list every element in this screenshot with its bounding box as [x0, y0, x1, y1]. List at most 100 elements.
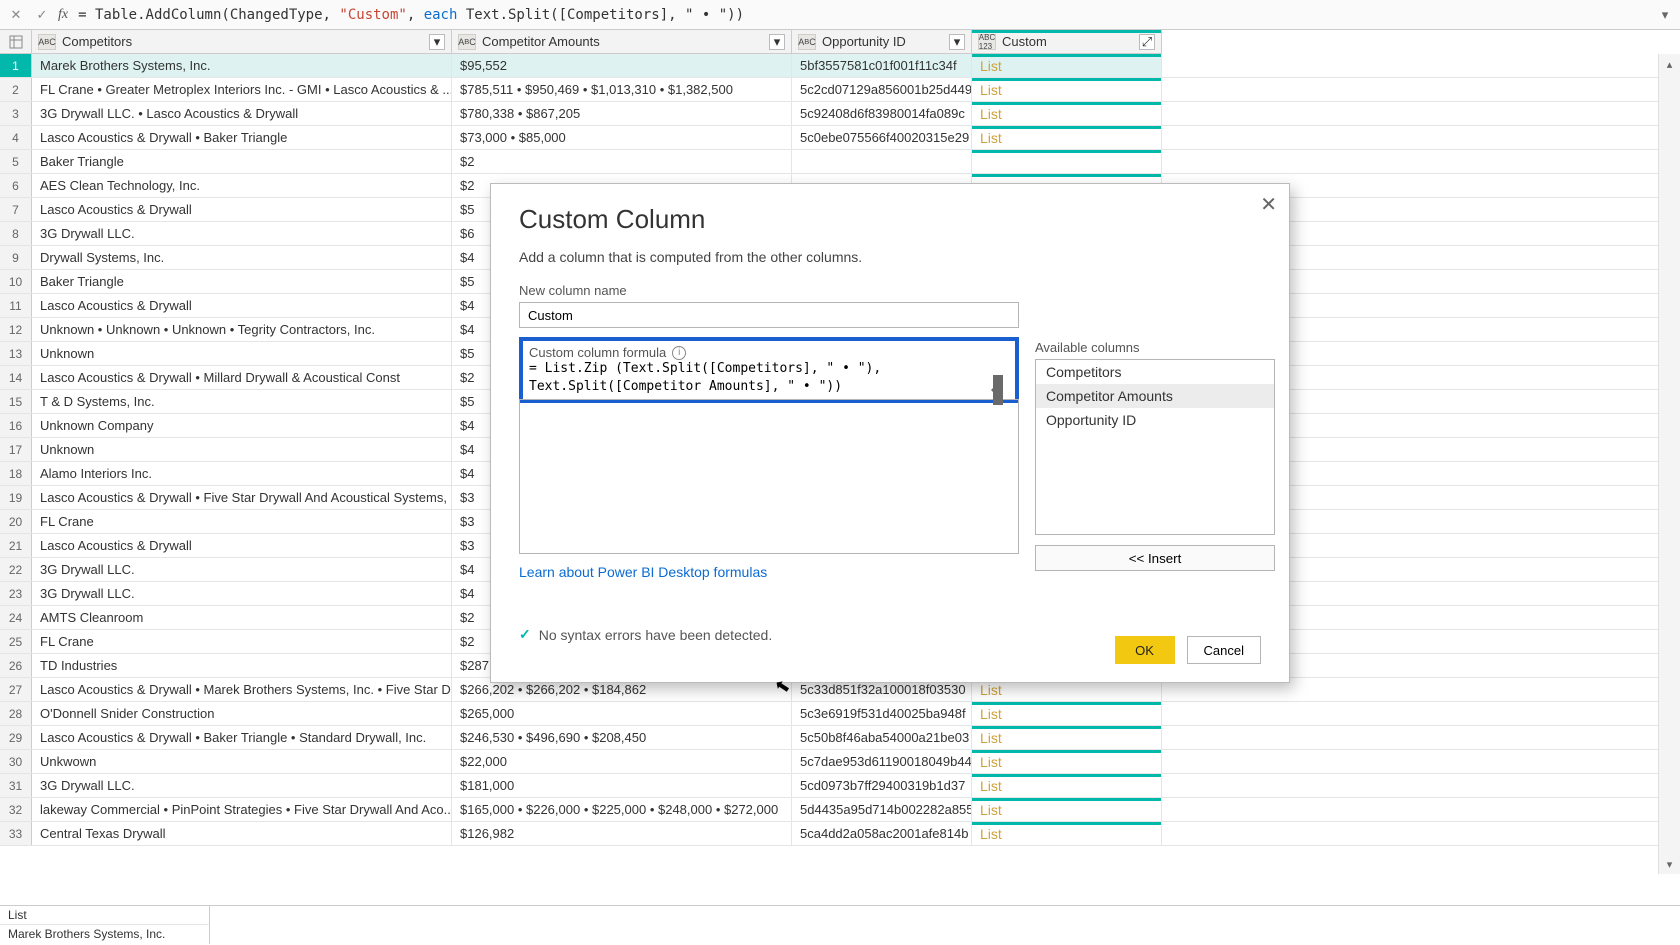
row-number[interactable]: 8: [0, 222, 32, 245]
cell-amounts[interactable]: $73,000 • $85,000: [452, 126, 792, 149]
cell-custom[interactable]: List: [972, 750, 1162, 773]
insert-arrow-handle[interactable]: [993, 375, 1003, 405]
cell-competitors[interactable]: Lasco Acoustics & Drywall • Baker Triang…: [32, 726, 452, 749]
cell-competitors[interactable]: 3G Drywall LLC.: [32, 582, 452, 605]
new-column-name-input[interactable]: [519, 302, 1019, 328]
cell-competitors[interactable]: AES Clean Technology, Inc.: [32, 174, 452, 197]
row-number[interactable]: 33: [0, 822, 32, 845]
cell-competitors[interactable]: O'Donnell Snider Construction: [32, 702, 452, 725]
row-number[interactable]: 23: [0, 582, 32, 605]
cell-opportunity-id[interactable]: 5d4435a95d714b002282a855: [792, 798, 972, 821]
close-icon[interactable]: ✕: [1260, 192, 1277, 217]
row-number[interactable]: 26: [0, 654, 32, 677]
row-number[interactable]: 13: [0, 342, 32, 365]
chevron-down-icon[interactable]: ▾: [949, 34, 965, 50]
row-number[interactable]: 25: [0, 630, 32, 653]
cell-competitors[interactable]: Marek Brothers Systems, Inc.: [32, 54, 452, 77]
cell-custom[interactable]: List: [972, 726, 1162, 749]
cell-competitors[interactable]: 3G Drywall LLC.: [32, 558, 452, 581]
row-number[interactable]: 10: [0, 270, 32, 293]
cell-competitors[interactable]: Baker Triangle: [32, 270, 452, 293]
table-row[interactable]: 5Baker Triangle$2: [0, 150, 1680, 174]
cell-competitors[interactable]: T & D Systems, Inc.: [32, 390, 452, 413]
cell-competitors[interactable]: lakeway Commercial • PinPoint Strategies…: [32, 798, 452, 821]
row-number[interactable]: 4: [0, 126, 32, 149]
row-number[interactable]: 16: [0, 414, 32, 437]
cell-opportunity-id[interactable]: 5bf3557581c01f001f11c34f: [792, 54, 972, 77]
cell-competitors[interactable]: 3G Drywall LLC.: [32, 774, 452, 797]
available-column-item[interactable]: Competitors: [1036, 360, 1274, 384]
cell-competitors[interactable]: Central Texas Drywall: [32, 822, 452, 845]
cell-amounts[interactable]: $126,982: [452, 822, 792, 845]
row-number[interactable]: 11: [0, 294, 32, 317]
table-row[interactable]: 32lakeway Commercial • PinPoint Strategi…: [0, 798, 1680, 822]
row-number[interactable]: 29: [0, 726, 32, 749]
row-number[interactable]: 7: [0, 198, 32, 221]
cancel-button[interactable]: Cancel: [1187, 636, 1261, 664]
formula-area-background[interactable]: [519, 399, 1019, 554]
ok-button[interactable]: OK: [1115, 636, 1175, 664]
cell-custom[interactable]: List: [972, 798, 1162, 821]
table-row[interactable]: 4Lasco Acoustics & Drywall • Baker Trian…: [0, 126, 1680, 150]
cell-amounts[interactable]: $2: [452, 150, 792, 173]
row-number[interactable]: 1: [0, 54, 32, 77]
cell-opportunity-id[interactable]: 5c7dae953d61190018049b44: [792, 750, 972, 773]
row-number[interactable]: 27: [0, 678, 32, 701]
cell-amounts[interactable]: $780,338 • $867,205: [452, 102, 792, 125]
cell-competitors[interactable]: AMTS Cleanroom: [32, 606, 452, 629]
cell-opportunity-id[interactable]: 5c92408d6f83980014fa089c: [792, 102, 972, 125]
table-row[interactable]: 30Unkwown$22,0005c7dae953d61190018049b44…: [0, 750, 1680, 774]
cell-competitors[interactable]: Unknown: [32, 438, 452, 461]
column-header-amounts[interactable]: ABC Competitor Amounts ▾: [452, 30, 792, 53]
chevron-down-icon[interactable]: ▾: [769, 34, 785, 50]
table-row[interactable]: 2FL Crane • Greater Metroplex Interiors …: [0, 78, 1680, 102]
cell-opportunity-id[interactable]: 5c50b8f46aba54000a21be03: [792, 726, 972, 749]
expand-column-icon[interactable]: ⤢: [1139, 34, 1155, 50]
table-row[interactable]: 313G Drywall LLC.$181,0005cd0973b7ff2940…: [0, 774, 1680, 798]
cell-competitors[interactable]: Drywall Systems, Inc.: [32, 246, 452, 269]
cell-custom[interactable]: List: [972, 78, 1162, 101]
cell-competitors[interactable]: Baker Triangle: [32, 150, 452, 173]
cell-competitors[interactable]: Lasco Acoustics & Drywall: [32, 294, 452, 317]
row-number[interactable]: 17: [0, 438, 32, 461]
row-number[interactable]: 30: [0, 750, 32, 773]
chevron-down-icon[interactable]: ▾: [429, 34, 445, 50]
cell-custom[interactable]: List: [972, 54, 1162, 77]
formula-bar-text[interactable]: = Table.AddColumn(ChangedType, "Custom",…: [78, 7, 744, 23]
row-number[interactable]: 2: [0, 78, 32, 101]
cell-competitors[interactable]: Unkwown: [32, 750, 452, 773]
scroll-down-icon[interactable]: ▾: [1659, 854, 1680, 874]
available-column-item[interactable]: Opportunity ID: [1036, 408, 1274, 432]
insert-column-button[interactable]: << Insert: [1035, 545, 1275, 571]
row-number[interactable]: 12: [0, 318, 32, 341]
table-row[interactable]: 1Marek Brothers Systems, Inc.$95,5525bf3…: [0, 54, 1680, 78]
table-row[interactable]: 33G Drywall LLC. • Lasco Acoustics & Dry…: [0, 102, 1680, 126]
cell-competitors[interactable]: Lasco Acoustics & Drywall • Marek Brothe…: [32, 678, 452, 701]
row-number[interactable]: 31: [0, 774, 32, 797]
cell-custom[interactable]: List: [972, 126, 1162, 149]
row-number[interactable]: 14: [0, 366, 32, 389]
row-number[interactable]: 28: [0, 702, 32, 725]
row-number[interactable]: 32: [0, 798, 32, 821]
custom-column-formula-input[interactable]: = List.Zip (Text.Split([Competitors], " …: [529, 360, 1009, 394]
cell-competitors[interactable]: Lasco Acoustics & Drywall: [32, 534, 452, 557]
cell-competitors[interactable]: Unknown • Unknown • Unknown • Tegrity Co…: [32, 318, 452, 341]
cell-amounts[interactable]: $785,511 • $950,469 • $1,013,310 • $1,38…: [452, 78, 792, 101]
cell-opportunity-id[interactable]: [792, 150, 972, 173]
cell-competitors[interactable]: Lasco Acoustics & Drywall • Baker Triang…: [32, 126, 452, 149]
cell-competitors[interactable]: FL Crane: [32, 510, 452, 533]
cell-amounts[interactable]: $265,000: [452, 702, 792, 725]
available-columns-list[interactable]: CompetitorsCompetitor AmountsOpportunity…: [1035, 359, 1275, 535]
cell-competitors[interactable]: Lasco Acoustics & Drywall • Millard Dryw…: [32, 366, 452, 389]
select-all-corner[interactable]: [0, 30, 32, 54]
cell-custom[interactable]: [972, 150, 1162, 173]
row-number[interactable]: 3: [0, 102, 32, 125]
cell-amounts[interactable]: $246,530 • $496,690 • $208,450: [452, 726, 792, 749]
cell-custom[interactable]: List: [972, 702, 1162, 725]
cell-competitors[interactable]: Unknown Company: [32, 414, 452, 437]
cancel-formula-icon[interactable]: ✕: [6, 5, 26, 25]
cell-custom[interactable]: List: [972, 822, 1162, 845]
cell-competitors[interactable]: FL Crane • Greater Metroplex Interiors I…: [32, 78, 452, 101]
row-number[interactable]: 15: [0, 390, 32, 413]
learn-more-link[interactable]: Learn about Power BI Desktop formulas: [519, 564, 767, 580]
